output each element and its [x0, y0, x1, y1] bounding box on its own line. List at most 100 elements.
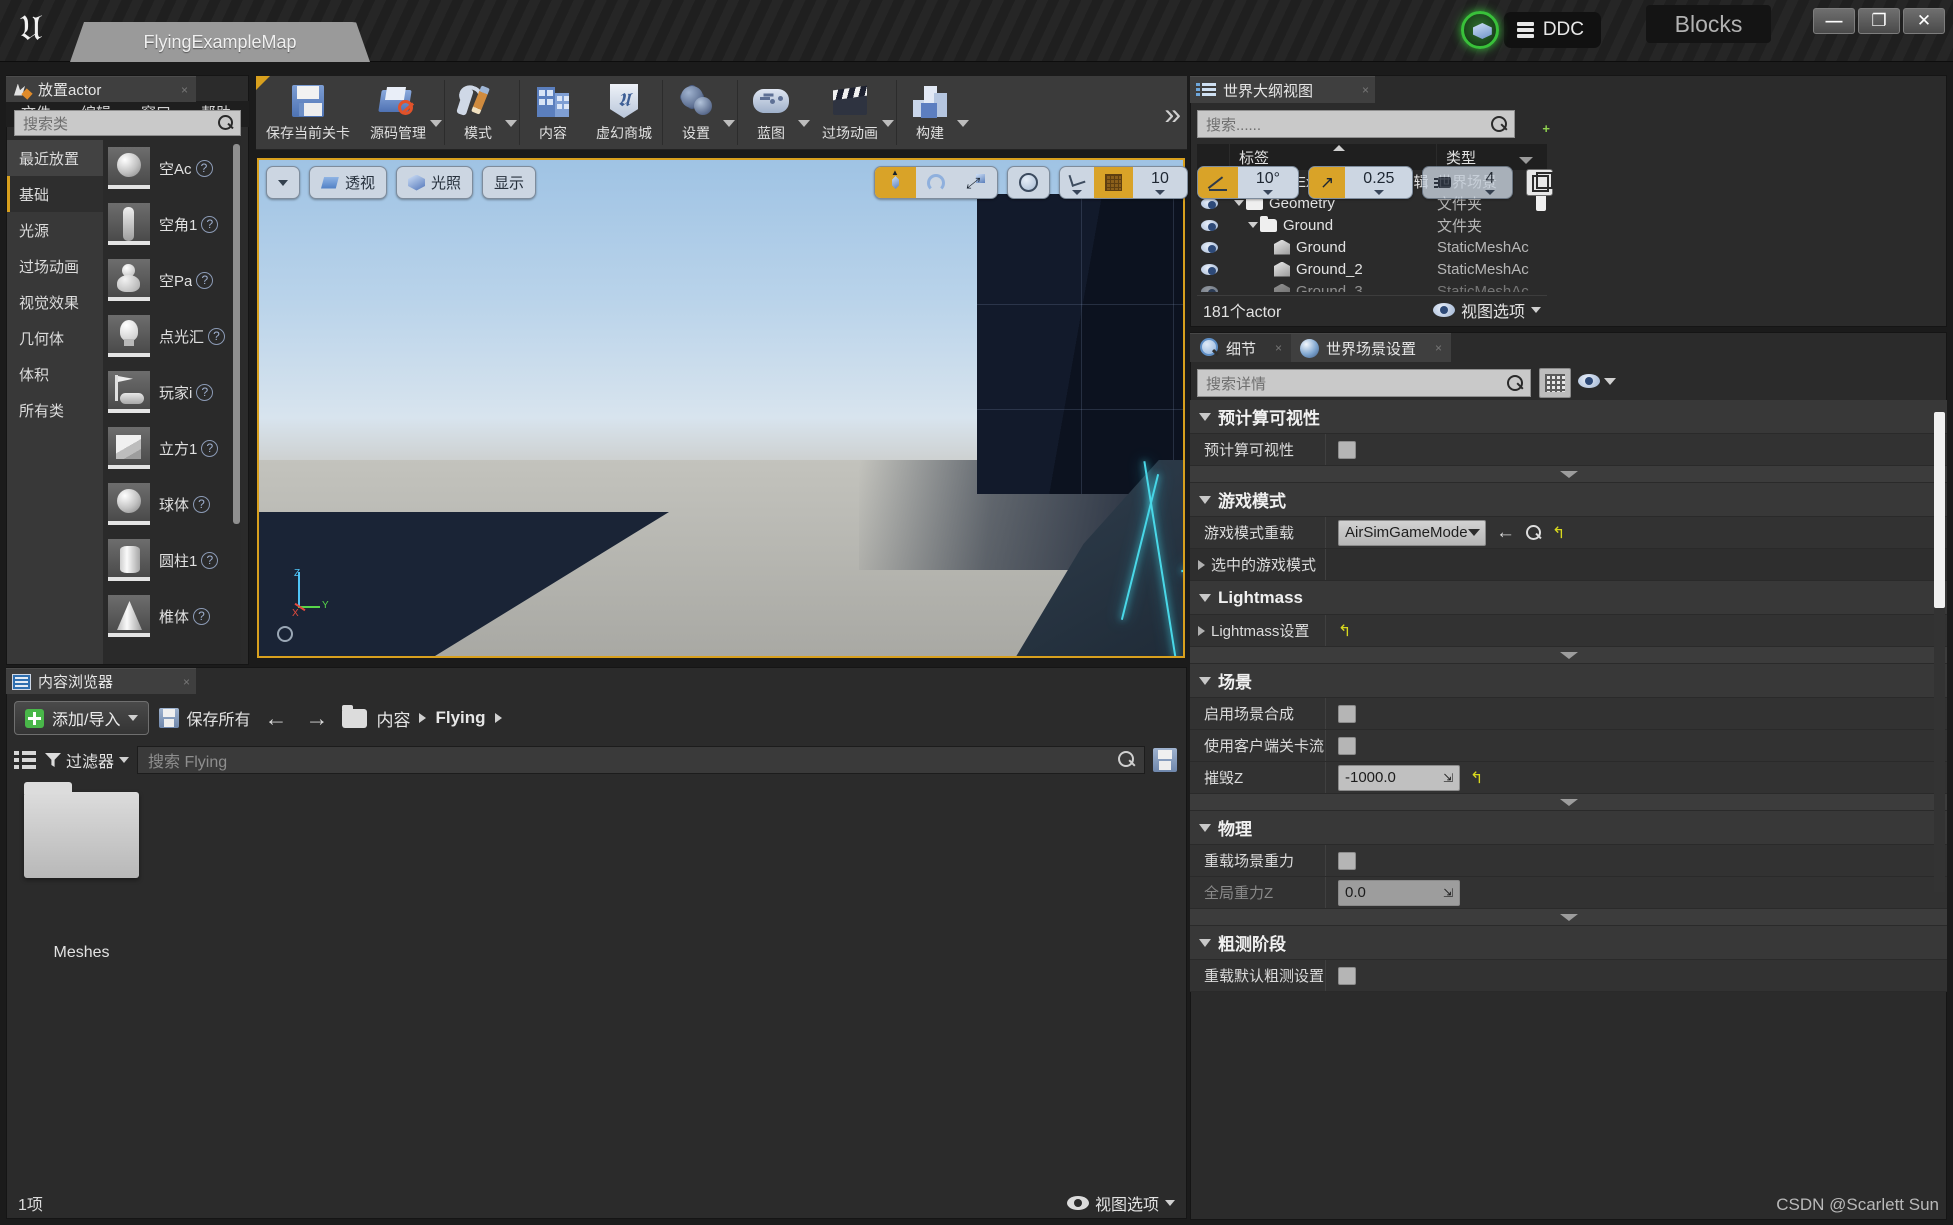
close-icon[interactable]: × — [1362, 83, 1369, 97]
kill-z-input[interactable]: -1000.0 ⇲ — [1338, 765, 1460, 791]
toolbar-modes[interactable]: 模式 — [445, 76, 511, 149]
grid-size-dropdown[interactable]: 10 — [1133, 167, 1187, 198]
angle-snap-toggle[interactable] — [1198, 167, 1238, 198]
close-icon[interactable]: × — [1275, 341, 1282, 355]
property-row[interactable]: 游戏模式重载 AirSimGameMode ← ↰ — [1190, 517, 1947, 549]
asset-folder-meshes[interactable]: Meshes — [24, 792, 139, 952]
list-item[interactable]: 立方1 ? — [103, 420, 241, 476]
back-arrow-icon[interactable]: ← — [1496, 522, 1515, 544]
place-actor-asset-list[interactable]: 空Ac ? 空角1 ? 空Pa ? 点光汇 ? 玩家i ? 立方1 ? 球体 ?… — [103, 140, 241, 664]
section-divider[interactable] — [1190, 909, 1947, 926]
browse-magnif[interactable] — [1525, 524, 1542, 541]
checkbox[interactable] — [1338, 705, 1356, 723]
sidebar-item-visualeffects[interactable]: 视觉效果 — [7, 284, 103, 320]
rotate-gizmo-button[interactable] — [916, 167, 956, 198]
help-icon[interactable]: ? — [196, 272, 213, 289]
toolbar-build[interactable]: 构建 — [897, 76, 963, 149]
section-header-lightmass[interactable]: Lightmass — [1190, 581, 1947, 615]
world-outliner-view-options-button[interactable]: 视图选项 — [1433, 298, 1541, 322]
close-icon[interactable]: × — [1435, 341, 1442, 355]
list-item[interactable]: 点光汇 ? — [103, 308, 241, 364]
surface-snap-button[interactable] — [1060, 167, 1094, 198]
scrollbar[interactable] — [233, 144, 240, 524]
table-row[interactable]: Ground_3 StaticMeshAc — [1197, 280, 1547, 292]
sidebar-item-recent[interactable]: 最近放置 — [7, 140, 103, 176]
section-header-physics[interactable]: 物理 — [1190, 811, 1947, 845]
grid-snap-toggle[interactable] — [1094, 167, 1133, 198]
scale-gizmo-button[interactable] — [956, 167, 997, 198]
details-view-options-button[interactable] — [1578, 374, 1616, 388]
list-item[interactable]: 球体 ? — [103, 476, 241, 532]
toolbar-overflow-icon[interactable]: » — [1164, 100, 1181, 130]
minimize-button[interactable]: — — [1813, 8, 1855, 34]
place-actor-search-input[interactable]: 搜索类 — [14, 110, 241, 136]
sidebar-item-geometry[interactable]: 几何体 — [7, 320, 103, 356]
help-icon[interactable]: ? — [201, 552, 218, 569]
viewport-options-button[interactable] — [267, 167, 299, 198]
property-row[interactable]: 摧毁Z -1000.0 ⇲ ↰ — [1190, 762, 1947, 794]
checkbox[interactable] — [1338, 441, 1356, 459]
tab-world-outliner[interactable]: 世界大纲视图 × — [1190, 76, 1375, 103]
viewport-perspective-button[interactable]: 透视 — [310, 167, 386, 198]
toolbar-save-current-level[interactable]: 保存当前关卡 — [256, 76, 360, 149]
scrollbar[interactable] — [1934, 412, 1945, 608]
content-browser-view-options-button[interactable]: 视图选项 — [1067, 1191, 1175, 1215]
close-icon[interactable]: × — [183, 675, 190, 689]
reset-arrow-icon[interactable]: ↰ — [1470, 768, 1483, 788]
move-gizmo-button[interactable] — [875, 167, 916, 198]
toolbar-blueprints[interactable]: 蓝图 — [738, 76, 804, 149]
list-item[interactable]: 空Ac ? — [103, 140, 241, 196]
visibility-toggle[interactable] — [1197, 264, 1222, 275]
toolbar-settings[interactable]: 设置 — [663, 76, 729, 149]
world-coords-button[interactable] — [1008, 167, 1049, 198]
breadcrumb-flying[interactable]: Flying — [435, 708, 485, 728]
list-view-icon[interactable] — [14, 750, 37, 770]
viewport-show-button[interactable]: 显示 — [483, 167, 535, 198]
save-search-icon[interactable] — [1153, 748, 1177, 772]
content-browser-search-input[interactable]: 搜索 Flying — [137, 746, 1145, 774]
list-item[interactable]: 圆柱1 ? — [103, 532, 241, 588]
property-row[interactable]: Lightmass设置 ↰ — [1190, 615, 1947, 647]
table-row[interactable]: Ground StaticMeshAc — [1197, 236, 1547, 258]
property-row[interactable]: 重载默认粗测设置 — [1190, 960, 1947, 992]
section-header-game-mode[interactable]: 游戏模式 — [1190, 483, 1947, 517]
section-header-broadphase[interactable]: 粗测阶段 — [1190, 926, 1947, 960]
section-divider[interactable] — [1190, 794, 1947, 811]
angle-size-dropdown[interactable]: 10° — [1238, 167, 1298, 198]
ddc-button[interactable]: DDC — [1504, 12, 1601, 48]
section-header-world[interactable]: 场景 — [1190, 664, 1947, 698]
gamemode-override-dropdown[interactable]: AirSimGameMode — [1338, 520, 1486, 546]
add-actor-button[interactable]: + — [1524, 110, 1550, 136]
map-tab[interactable]: FlyingExampleMap — [70, 22, 370, 62]
help-icon[interactable]: ? — [196, 160, 213, 177]
tab-place-actor[interactable]: 放置actor × — [6, 76, 196, 102]
section-header-precomputed-visibility[interactable]: 预计算可视性 — [1190, 400, 1947, 434]
maximize-button[interactable]: ❐ — [1858, 8, 1900, 34]
camera-speed-dropdown[interactable]: 4 — [1467, 167, 1512, 198]
camera-speed-button[interactable] — [1423, 167, 1467, 198]
tab-content-browser[interactable]: 内容浏览器 × — [6, 668, 196, 694]
project-name-button[interactable]: Blocks — [1646, 5, 1771, 43]
details-search-input[interactable]: 搜索详情 — [1197, 369, 1531, 397]
viewport-lit-button[interactable]: 光照 — [397, 167, 472, 198]
list-item[interactable]: 玩家i ? — [103, 364, 241, 420]
property-row[interactable]: 使用客户端关卡流 — [1190, 730, 1947, 762]
help-icon[interactable]: ? — [193, 608, 210, 625]
sidebar-item-cinematic[interactable]: 过场动画 — [7, 248, 103, 284]
toolbar-marketplace[interactable]: 𝖀 虚幻商城 — [586, 76, 662, 149]
ddc-status-icon[interactable] — [1461, 11, 1499, 49]
reset-arrow-icon[interactable]: ↰ — [1338, 621, 1351, 641]
level-viewport[interactable]: Z Y X — [257, 158, 1185, 658]
checkbox[interactable] — [1338, 737, 1356, 755]
maximize-viewport-icon[interactable] — [1526, 169, 1553, 196]
save-all-button[interactable]: 保存所有 — [159, 706, 250, 730]
table-row[interactable]: Ground 文件夹 — [1197, 214, 1547, 236]
property-row[interactable]: 预计算可视性 — [1190, 434, 1947, 466]
property-row[interactable]: 重载场景重力 — [1190, 845, 1947, 877]
section-divider[interactable] — [1190, 466, 1947, 483]
toolbar-content[interactable]: 内容 — [520, 76, 586, 149]
help-icon[interactable]: ? — [196, 384, 213, 401]
sidebar-item-volumes[interactable]: 体积 — [7, 356, 103, 392]
toolbar-source-control[interactable]: 源码管理 — [360, 76, 436, 149]
property-row[interactable]: 启用场景合成 — [1190, 698, 1947, 730]
